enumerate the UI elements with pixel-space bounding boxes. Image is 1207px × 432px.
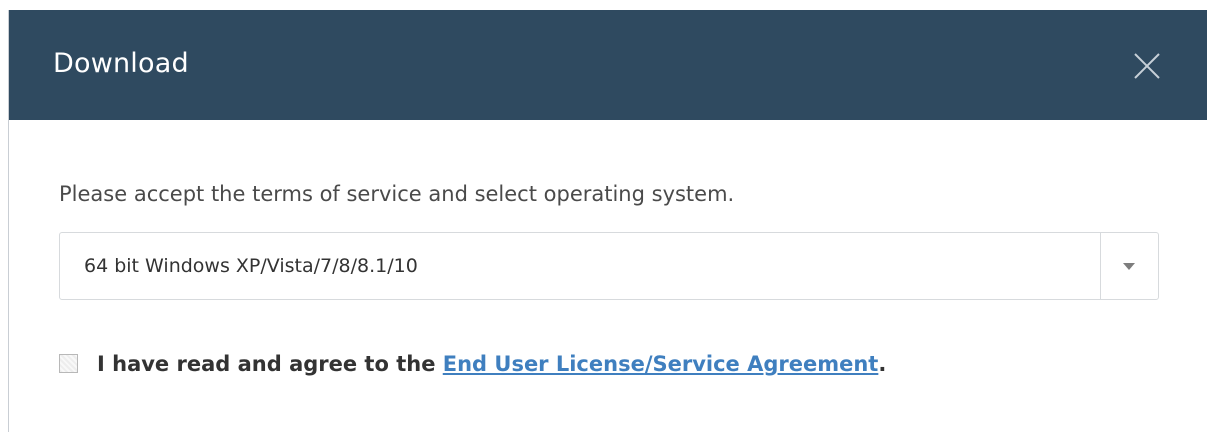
select-divider	[1100, 233, 1101, 299]
background-strip-left	[0, 10, 8, 432]
agreement-period: .	[878, 352, 887, 376]
os-select[interactable]: 64 bit Windows XP/Vista/7/8/8.1/10	[59, 232, 1159, 300]
os-select-value: 64 bit Windows XP/Vista/7/8/8.1/10	[84, 255, 418, 277]
close-button[interactable]	[1127, 46, 1167, 86]
agree-checkbox[interactable]	[59, 354, 78, 373]
dialog-title: Download	[53, 48, 189, 79]
download-dialog: Download Please accept the terms of serv…	[8, 10, 1207, 432]
dialog-header: Download	[9, 10, 1207, 120]
instruction-text: Please accept the terms of service and s…	[59, 182, 735, 206]
screen: Download Please accept the terms of serv…	[0, 0, 1207, 432]
close-icon	[1134, 53, 1160, 79]
agreement-label: I have read and agree to the End User Li…	[97, 350, 886, 378]
agreement-text: I have read and agree to the	[97, 352, 443, 376]
background-strip	[0, 0, 1207, 10]
eula-link[interactable]: End User License/Service Agreement	[443, 352, 879, 376]
dialog-body: Please accept the terms of service and s…	[9, 120, 1207, 432]
chevron-down-icon[interactable]	[1123, 263, 1135, 270]
